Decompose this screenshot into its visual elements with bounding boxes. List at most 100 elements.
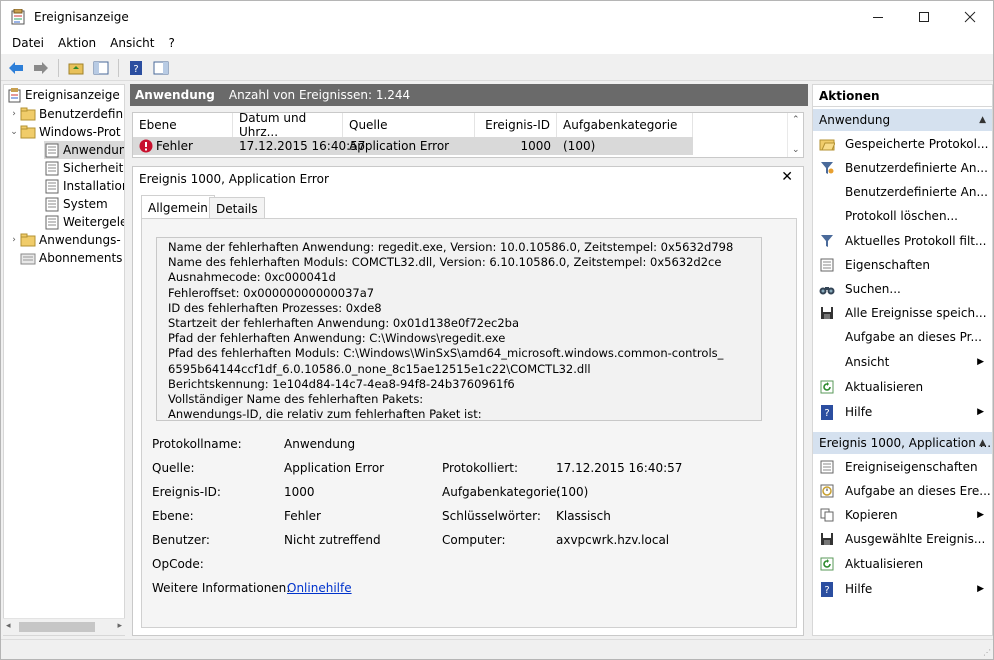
scroll-right-icon[interactable]: ▸ — [117, 621, 122, 631]
tree-item-system[interactable]: System — [44, 195, 108, 213]
tree-item-abonnements[interactable]: Abonnements — [20, 249, 122, 267]
scroll-up-icon[interactable]: ⌃ — [792, 115, 800, 125]
tree-item-installation[interactable]: Installation — [44, 177, 124, 195]
row-source[interactable]: Application Error — [343, 137, 449, 155]
menu-bar: Datei Aktion Ansicht ? — [1, 32, 993, 54]
action-ausgewaehlte-ereignisse-speichern[interactable]: Ausgewählte Ereignis... — [813, 528, 992, 550]
event-message-box[interactable]: Name der fehlerhaften Anwendung: regedit… — [156, 237, 762, 421]
menu-ansicht[interactable]: Ansicht — [103, 36, 161, 50]
tree-item-label: Sicherheit — [63, 161, 124, 175]
close-detail-icon[interactable]: ✕ — [781, 169, 793, 185]
ebene-value: Fehler — [284, 509, 321, 523]
action-aufgabe-an-protokoll[interactable]: Aufgabe an dieses Pr... — [813, 326, 992, 348]
grid-vertical-scrollbar[interactable]: ⌃ ⌄ — [787, 113, 803, 157]
action-hilfe-2[interactable]: ? Hilfe ▶ — [813, 578, 992, 600]
submenu-arrow-icon: ▶ — [977, 357, 984, 367]
forward-button[interactable] — [30, 57, 52, 79]
toolbar: ? — [1, 55, 993, 81]
onlinehilfe-link[interactable]: Onlinehilfe — [287, 581, 352, 595]
action-aktualisieren-2[interactable]: Aktualisieren — [813, 553, 992, 575]
column-header-ebene[interactable]: Ebene — [133, 113, 233, 137]
help-book-icon: ? — [130, 60, 142, 75]
action-ansicht[interactable]: Ansicht ▶ — [813, 351, 992, 373]
actions-section-ereignis[interactable]: Ereignis 1000, Application ... ▲ — [813, 432, 992, 454]
row-event-id[interactable]: 1000 — [475, 137, 551, 155]
show-hide-tree-button[interactable] — [90, 57, 112, 79]
action-aktualisieren[interactable]: Aktualisieren — [813, 376, 992, 398]
resize-grip-icon[interactable]: ⋰ — [983, 648, 991, 657]
subscriptions-icon — [20, 250, 36, 266]
collapse-section-icon[interactable]: ▲ — [979, 115, 986, 125]
scroll-down-icon[interactable]: ⌄ — [792, 145, 800, 155]
action-alle-ereignisse-speichern[interactable]: Alle Ereignisse speich... — [813, 302, 992, 324]
computer-label: Computer: — [442, 533, 506, 547]
action-benutzerdefinierte-ansicht-erstellen[interactable]: Benutzerdefinierte An... — [813, 157, 992, 179]
tree-item-ereignisanzeige[interactable]: Ereignisanzeige (L — [6, 86, 124, 104]
tree-item-label: Weitergele — [63, 215, 125, 229]
action-benutzerdefinierte-ansicht-importieren[interactable]: Benutzerdefinierte An... — [813, 181, 992, 203]
action-eigenschaften[interactable]: Eigenschaften — [813, 254, 992, 276]
tab-details[interactable]: Details — [209, 197, 265, 219]
save-icon — [819, 531, 835, 547]
event-detail-pane: Ereignis 1000, Application Error ✕ Allge… — [132, 166, 804, 636]
help-button[interactable]: ? — [125, 57, 147, 79]
action-label: Kopieren — [845, 508, 898, 522]
scrollbar-thumb[interactable] — [19, 622, 95, 632]
submenu-arrow-icon: ▶ — [977, 584, 984, 594]
tree-item-weitergeleitet[interactable]: Weitergele — [44, 213, 125, 231]
maximize-button[interactable] — [901, 1, 947, 32]
scroll-left-icon[interactable]: ◂ — [6, 621, 11, 631]
column-header-ereignis-id[interactable]: Ereignis-ID — [475, 113, 557, 137]
column-header-datum[interactable]: Datum und Uhrz... — [233, 111, 343, 139]
row-level-cell[interactable]: Fehler — [133, 137, 233, 155]
action-ereigniseigenschaften[interactable]: Ereigniseigenschaften — [813, 456, 992, 478]
log-icon — [44, 214, 60, 230]
menu-datei[interactable]: Datei — [5, 36, 51, 50]
action-protokoll-loeschen[interactable]: Protokoll löschen... — [813, 205, 992, 227]
aufgabenkategorie-value: (100) — [556, 485, 589, 499]
minimize-button[interactable] — [855, 1, 901, 32]
tree-item-windows-protokolle[interactable]: ⌄ Windows-Prot — [8, 123, 120, 141]
tree-horizontal-scrollbar[interactable]: ◂ ▸ — [3, 618, 125, 635]
log-icon — [44, 196, 60, 212]
weitere-informationen-label: Weitere Informationen: — [152, 581, 291, 595]
message-line: Name des fehlerhaften Moduls: COMCTL32.d… — [168, 255, 722, 270]
action-label: Ansicht — [845, 355, 890, 369]
collapse-section-icon[interactable]: ▲ — [979, 438, 986, 448]
tree-item-anwendung[interactable]: Anwendun — [44, 141, 124, 159]
tree-item-anwendungs-protokolle[interactable]: › Anwendungs- — [8, 231, 120, 249]
action-aufgabe-an-ereignis[interactable]: Aufgabe an dieses Ere... — [813, 480, 992, 502]
action-hilfe[interactable]: ? Hilfe ▶ — [813, 401, 992, 423]
column-header-quelle[interactable]: Quelle — [343, 113, 475, 137]
back-button[interactable] — [5, 57, 27, 79]
action-label: Benutzerdefinierte An... — [845, 161, 988, 175]
close-button[interactable] — [947, 1, 993, 32]
tree-item-benutzerdefiniert[interactable]: › Benutzerdefini — [8, 105, 124, 123]
help-icon: ? — [819, 581, 835, 597]
up-folder-button[interactable] — [65, 57, 87, 79]
action-label: Protokoll löschen... — [845, 209, 958, 223]
column-header-aufgabenkategorie[interactable]: Aufgabenkategorie — [557, 113, 693, 137]
arrow-right-icon — [34, 61, 48, 74]
row-category[interactable]: (100) — [557, 137, 595, 155]
actions-section-anwendung[interactable]: Anwendung ▲ — [813, 109, 992, 131]
log-header: Anwendung Anzahl von Ereignissen: 1.244 — [130, 84, 808, 106]
collapse-arrow-icon[interactable]: ⌄ — [8, 127, 20, 137]
action-suchen[interactable]: Suchen... — [813, 278, 992, 300]
menu-aktion[interactable]: Aktion — [51, 36, 103, 50]
menu-help[interactable]: ? — [161, 36, 181, 50]
actions-pane: Aktionen Anwendung ▲ Gespeicherte Protok… — [812, 84, 993, 636]
action-aktuelles-protokoll-filtern[interactable]: Aktuelles Protokoll filt... — [813, 230, 992, 252]
message-line: Berichtskennung: 1e104d84-14c7-4ea8-94f8… — [168, 376, 515, 391]
tree-item-label: System — [63, 197, 108, 211]
expand-arrow-icon[interactable]: › — [8, 109, 20, 119]
show-action-pane-button[interactable] — [150, 57, 172, 79]
log-icon — [44, 178, 60, 194]
expand-arrow-icon[interactable]: › — [8, 235, 20, 245]
folder-open-icon — [20, 124, 36, 140]
tree-item-sicherheit[interactable]: Sicherheit — [44, 159, 123, 177]
action-kopieren[interactable]: Kopieren ▶ — [813, 504, 992, 526]
action-gespeicherte-protokolle[interactable]: Gespeicherte Protokol... — [813, 133, 992, 155]
message-line: Pfad der fehlerhaften Anwendung: C:\Wind… — [168, 331, 506, 346]
tab-allgemein[interactable]: Allgemein — [141, 195, 215, 219]
